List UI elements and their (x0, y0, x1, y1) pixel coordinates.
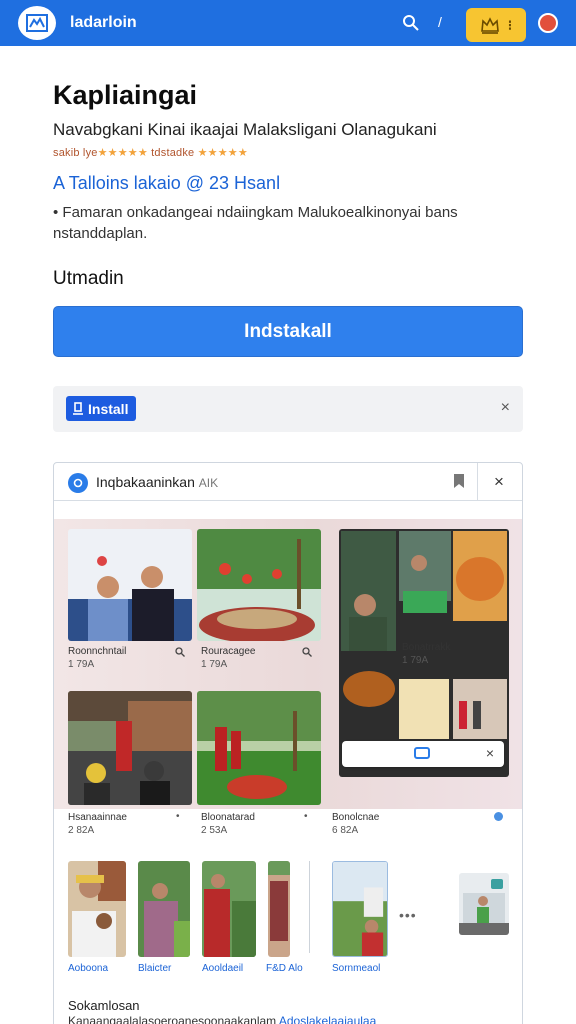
rating-mid: tdstadke (147, 147, 198, 159)
thumb-label: Blaicter (138, 963, 172, 974)
panel-divider (477, 463, 478, 501)
photo-thumbnail[interactable] (68, 861, 126, 957)
panel-app-icon (68, 473, 88, 493)
top-bar: ladarloin / ⁝ (0, 0, 576, 46)
photo-caption: Roonnchntail 1 79A (68, 645, 126, 671)
footer-link[interactable]: Adoslakelaaiaulaa (279, 1014, 376, 1024)
photo-thumbnail[interactable] (332, 861, 388, 957)
panel-title-suffix: AIK (198, 476, 219, 490)
caption-sub: 1 79A (201, 659, 228, 670)
notice-install-button[interactable]: Install (66, 396, 137, 421)
photo-thumbnail[interactable] (202, 861, 256, 957)
footer-body: Kanaangaalalasoeroanesoonaakanlam (68, 1014, 279, 1024)
gallery-panel: Inqbakaaninkan AIK × Roonnchntail 1 79A … (53, 462, 523, 1024)
close-icon[interactable]: × (494, 472, 504, 492)
photo-thumbnail[interactable] (197, 691, 321, 805)
caption-sub: 2 82A (68, 825, 95, 836)
thumb-label: Aooldaeil (202, 963, 244, 974)
developer-link[interactable]: A Talloins lakaio @ 23 Hsanl (53, 173, 280, 194)
section-heading: Utmadin (53, 268, 124, 289)
photo-caption: Bloonatarad 2 53A (201, 811, 255, 837)
crown-icon (480, 17, 499, 34)
caption-sub: 6 82A (332, 825, 359, 836)
app-subtitle: Navabgkani Kinai ikaajai Malaksligani Ol… (53, 120, 437, 139)
more-icon[interactable]: • (176, 811, 180, 822)
photo-thumbnail[interactable] (197, 529, 321, 641)
divider (309, 861, 310, 953)
mini-toolbar: × (342, 741, 504, 767)
photo-caption: Hsanaainnae 2 82A (68, 811, 127, 837)
app-label: ladarloin (70, 14, 137, 31)
photo-thumbnail[interactable] (138, 861, 190, 957)
caption-title: Roonnchntail (68, 646, 127, 657)
page-title: Kapliaingai (53, 80, 198, 110)
footer-text: Kanaangaalalasoeroanesoonaakanlam Adosla… (68, 1014, 518, 1024)
photo-caption: Rouracagee 1 79A (201, 645, 255, 671)
install-button[interactable]: Indstakall (53, 306, 523, 357)
photo-thumbnail[interactable] (68, 691, 192, 805)
caption-title: Bloonatarad (201, 812, 255, 823)
more-icon[interactable]: • (304, 811, 308, 822)
photo-thumbnail[interactable] (68, 529, 192, 641)
status-dot (494, 812, 503, 821)
app-description: • Famaran onkadangeai ndaiingkam Malukoe… (53, 204, 458, 242)
rating-stars: ★★★★★ (97, 147, 148, 159)
caption-sub: 2 53A (201, 825, 228, 836)
caption-title: Bonolcnae (332, 812, 380, 823)
notice-install-label: Install (88, 400, 129, 417)
panel-header: Inqbakaaninkan AIK × (54, 463, 522, 501)
thumb-label: Sornmeaol (332, 963, 381, 974)
more-dots: ⁝ (507, 16, 513, 33)
rating-stars-2: ★★★★★ (197, 147, 248, 159)
close-icon[interactable]: × (486, 745, 494, 761)
install-icon (73, 401, 83, 415)
install-notice: Install × (53, 386, 523, 432)
search-icon[interactable] (175, 647, 185, 657)
image-icon (491, 879, 503, 889)
thumb-label: F&D Alo (266, 963, 303, 974)
panel-title: Inqbakaaninkan AIK (96, 474, 218, 490)
rating-prefix: sakib lye (53, 147, 98, 159)
photo-caption: Bonatrrakk 1 79A (402, 641, 450, 667)
caption-title: Hsanaainnae (68, 812, 127, 823)
caption-sub: 1 79A (402, 655, 429, 666)
thumb-label: Aoboona (68, 963, 109, 974)
photo-thumbnail[interactable] (268, 861, 290, 957)
avatar-icon[interactable] (538, 13, 558, 33)
rating-line: sakib lye★★★★★ tdstadke ★★★★★ (53, 146, 248, 159)
search-icon[interactable] (402, 14, 420, 32)
logo-icon[interactable] (18, 6, 56, 40)
caption-title: Bonatrrakk (402, 642, 451, 653)
caption-title: Rouracagee (201, 646, 256, 657)
panel-title-text: Inqbakaaninkan (96, 474, 195, 490)
photo-caption: Bonolcnae 6 82A (332, 811, 379, 837)
top-separator: / (438, 14, 442, 30)
premium-button[interactable]: ⁝ (466, 8, 526, 42)
footer-heading: Sokamlosan (68, 998, 140, 1013)
bookmark-icon[interactable] (452, 473, 466, 489)
search-icon[interactable] (302, 647, 312, 657)
toggle-icon[interactable] (414, 747, 430, 759)
caption-sub: 1 79A (68, 659, 95, 670)
close-icon[interactable]: × (501, 399, 510, 417)
more-icon[interactable]: ••• (399, 907, 417, 923)
